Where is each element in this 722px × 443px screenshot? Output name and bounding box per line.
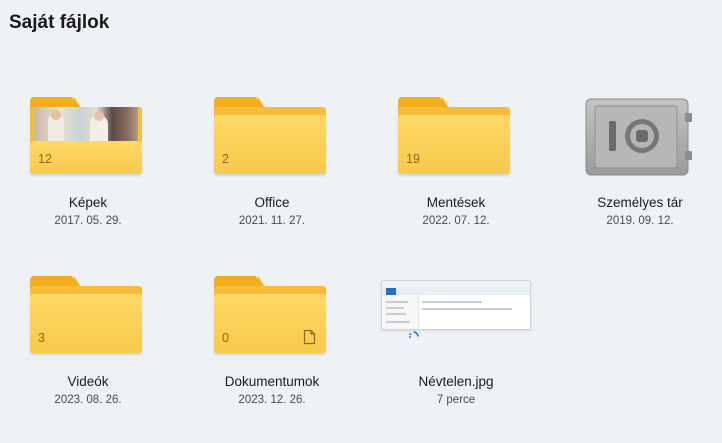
folder-tile-dokumentumok[interactable]: 0 Dokumentumok 2023. 12. 26.: [197, 276, 347, 426]
image-thumbnail: [381, 280, 531, 330]
folder-tile-office[interactable]: 2 Office 2021. 11. 27.: [197, 97, 347, 247]
item-name: Mentések: [426, 195, 486, 210]
item-count: 19: [406, 152, 420, 166]
folder-tile-kepek[interactable]: 12 Képek 2017. 05. 29.: [13, 97, 163, 247]
item-count: 2: [222, 152, 229, 166]
document-icon: [303, 329, 316, 345]
folder-icon: 19: [398, 97, 514, 177]
item-name: Office: [254, 195, 290, 210]
vault-tile-szemelyes-tar[interactable]: Személyes tár 2019. 09. 12.: [565, 97, 715, 247]
folder-tile-mentesek[interactable]: 19 Mentések 2022. 07. 12.: [381, 97, 531, 247]
folder-icon: 3: [30, 276, 146, 356]
item-count: 12: [38, 152, 52, 166]
folder-icon: 12: [30, 97, 146, 177]
folder-tile-videok[interactable]: 3 Videók 2023. 08. 26.: [13, 276, 163, 426]
folder-icon: 2: [214, 97, 330, 177]
item-date: 2022. 07. 12.: [422, 215, 490, 227]
item-name: Dokumentumok: [224, 374, 320, 389]
page-title: Saját fájlok: [9, 12, 110, 33]
sync-spinner-icon: [409, 331, 419, 338]
item-date: 2023. 08. 26.: [54, 394, 122, 406]
item-date: 2021. 11. 27.: [238, 215, 306, 227]
item-name: Videók: [67, 374, 109, 389]
item-name: Képek: [68, 195, 108, 210]
item-date: 7 perce: [436, 394, 476, 406]
item-name: Névtelen.jpg: [418, 374, 494, 389]
file-tile-nevtelen-jpg[interactable]: Névtelen.jpg 7 perce: [381, 276, 531, 426]
item-count: 0: [222, 331, 229, 345]
item-date: 2019. 09. 12.: [606, 215, 674, 227]
item-name: Személyes tár: [597, 195, 683, 210]
item-date: 2023. 12. 26.: [238, 394, 306, 406]
folder-icon: 0: [214, 276, 330, 356]
item-count: 3: [38, 331, 45, 345]
item-date: 2017. 05. 29.: [54, 215, 122, 227]
vault-icon: [582, 97, 698, 177]
